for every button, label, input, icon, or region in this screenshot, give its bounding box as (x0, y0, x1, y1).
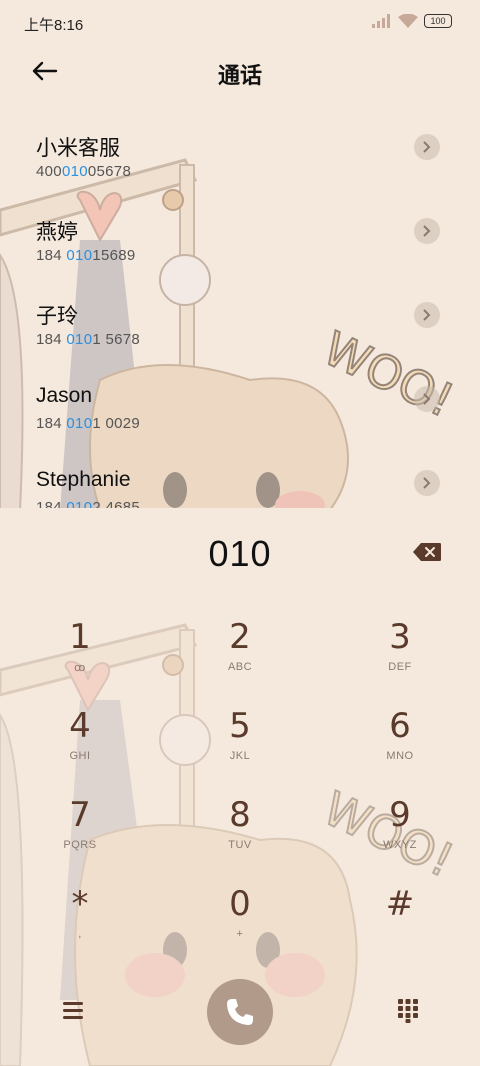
battery-indicator: 100 (424, 14, 452, 28)
key-digit: 5 (229, 706, 251, 746)
list-item[interactable]: 子玲 184 0101 5678 (0, 288, 480, 372)
key-digit: 0 (229, 884, 251, 924)
key-5[interactable]: 5 JKL (180, 704, 300, 784)
key-9[interactable]: 9 WXYZ (340, 793, 460, 873)
page-title: 通话 (217, 63, 262, 88)
key-hash[interactable]: # (340, 882, 460, 962)
status-bar: 上午8:16 100 (0, 0, 480, 46)
contact-detail-button[interactable] (414, 134, 440, 160)
key-letters: DEF (388, 661, 412, 673)
contact-name: Stephanie (36, 468, 131, 491)
contact-detail-button[interactable] (414, 470, 440, 496)
key-letters: JKL (229, 750, 251, 762)
key-letters: TUV (228, 839, 252, 851)
contact-detail-button[interactable] (414, 386, 440, 412)
key-letters: , (78, 928, 82, 940)
key-star[interactable]: * , (20, 882, 140, 962)
chevron-right-icon (423, 141, 431, 153)
status-icons: 100 (372, 14, 452, 28)
menu-icon (63, 1002, 83, 1019)
key-0[interactable]: 0 + (180, 882, 300, 962)
call-button[interactable] (207, 979, 273, 1045)
phone-icon (227, 999, 253, 1025)
list-item[interactable]: Stephanie 184 0102 4685 (0, 456, 480, 510)
key-7[interactable]: 7 PQRS (20, 793, 140, 873)
key-digit: 7 (69, 795, 91, 835)
header: 通话 (0, 52, 480, 92)
list-item[interactable]: 小米客服 40001005678 (0, 120, 480, 204)
key-digit: # (385, 884, 415, 924)
dialpad-icon (398, 999, 418, 1023)
contact-name: 子玲 (36, 305, 78, 328)
key-letters: WXYZ (383, 839, 417, 851)
status-time: 上午8:16 (24, 17, 84, 34)
dialed-number[interactable]: 010 (0, 533, 480, 575)
contact-detail-button[interactable] (414, 302, 440, 328)
contact-number: 40001005678 (36, 163, 132, 180)
key-1[interactable]: 1 ꝏ (20, 615, 140, 695)
key-digit: 1 (69, 617, 91, 657)
key-digit: * (71, 884, 89, 924)
chevron-right-icon (423, 477, 431, 489)
key-digit: 8 (229, 795, 251, 835)
contact-detail-button[interactable] (414, 218, 440, 244)
contact-name: Jason (36, 384, 93, 407)
key-letters: PQRS (63, 839, 97, 851)
wifi-icon (398, 14, 418, 28)
chevron-right-icon (423, 393, 431, 405)
contact-number: 184 0101 5678 (36, 331, 141, 348)
contact-list: 小米客服 40001005678 燕婷 184 01015689 子玲 184 … (0, 120, 480, 510)
keypad-toggle-button[interactable] (396, 997, 420, 1023)
contact-number: 184 01015689 (36, 247, 136, 264)
voicemail-icon: ꝏ (74, 662, 86, 674)
key-digit: 9 (389, 795, 411, 835)
key-8[interactable]: 8 TUV (180, 793, 300, 873)
key-2[interactable]: 2 ABC (180, 615, 300, 695)
backspace-button[interactable] (412, 542, 442, 562)
backspace-icon (413, 543, 441, 561)
chevron-right-icon (423, 225, 431, 237)
contact-name: 燕婷 (36, 221, 78, 244)
contact-name: 小米客服 (36, 137, 120, 160)
key-digit: 3 (389, 617, 411, 657)
key-letters: ABC (227, 661, 253, 673)
key-digit: 4 (69, 706, 91, 746)
key-6[interactable]: 6 MNO (340, 704, 460, 784)
key-digit: 2 (229, 617, 251, 657)
menu-button[interactable] (60, 999, 86, 1021)
list-item[interactable]: Jason 184 0101 0029 (0, 372, 480, 456)
key-digit: 6 (389, 706, 411, 746)
contact-number: 184 0101 0029 (36, 415, 141, 432)
key-letters: GHI (69, 750, 91, 762)
list-item[interactable]: 燕婷 184 01015689 (0, 204, 480, 288)
signal-bars-icon (372, 14, 390, 28)
dialer-actions (0, 975, 480, 1055)
key-letters: MNO (386, 750, 414, 762)
key-3[interactable]: 3 DEF (340, 615, 460, 695)
chevron-right-icon (423, 309, 431, 321)
key-letters: + (236, 928, 244, 940)
key-4[interactable]: 4 GHI (20, 704, 140, 784)
